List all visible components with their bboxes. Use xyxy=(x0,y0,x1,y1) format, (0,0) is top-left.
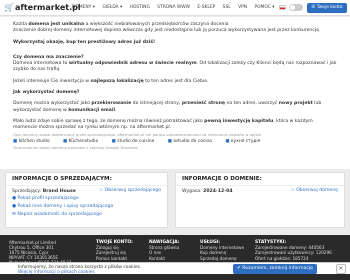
nav-strona-www[interactable]: STRONA WWW xyxy=(157,5,190,10)
seller-profile-link[interactable]: ● Pokaż profil sprzedającego xyxy=(6,195,167,203)
seller-info-title: INFORMACJE O SPRZEDAJĄCYM: xyxy=(12,176,112,182)
seller-domains-link[interactable]: ● Pokaż inne domeny i opisy sprzedająceg… xyxy=(6,203,167,211)
paragraph-unique: Każda domena jest unikalna a większość n… xyxy=(13,22,321,34)
flag-icon: ■ xyxy=(63,138,68,144)
cookie-info-link[interactable]: Więcej informacji o plikach cookies xyxy=(18,270,188,276)
tag-french: ■ studio de cuisine xyxy=(111,138,155,144)
nav-domeny[interactable]: DOMENY ▾ xyxy=(72,5,95,10)
watch-domain-button[interactable]: ☆ Obserwuj domenę xyxy=(291,188,338,193)
cookie-text: Informujemy, że nasza strona korzysta z … xyxy=(18,265,188,276)
tag-german: ■ Küchenstudio xyxy=(63,138,99,144)
nav-hosting[interactable]: HOSTING xyxy=(130,5,150,10)
flag-icon: ■ xyxy=(111,138,116,144)
nav-pomoc[interactable]: POMOC ▾ xyxy=(254,5,274,10)
tag-spanish: ■ estudio de cocina xyxy=(167,138,212,144)
cookie-banner: Informujemy, że nasza strona korzysta z … xyxy=(0,262,350,274)
seller-row: Sprzedający: Brand House ☆ Obserwuj sprz… xyxy=(6,185,167,195)
translation-note: Tłumaczenia nazwy domeny pochodzi z zakr… xyxy=(13,144,139,150)
paragraph-location: Jeżeli interesuje Cię inwestycja w najle… xyxy=(13,78,209,84)
theme-toggle[interactable] xyxy=(289,4,303,11)
polish-flag-icon[interactable] xyxy=(279,5,286,10)
nav-ssl[interactable]: SSL xyxy=(223,5,231,10)
accept-cookies-button[interactable]: ✔ Rozumiem, zamknij informację xyxy=(233,264,317,274)
expiry-date: 2024-12-04 xyxy=(203,189,233,194)
flag-icon: ■ xyxy=(13,138,18,144)
paragraph-investment: Mało ludzi zdaje sobie sprawę z tego, że… xyxy=(13,118,313,131)
nav-e-sklep[interactable]: E-SKLEP xyxy=(197,5,215,10)
tag-ukrainian: ■ кухня студія xyxy=(225,138,261,144)
expiry-row: Wygasa: 2024-12-04 ☆ Obserwuj domenę xyxy=(176,185,344,195)
envelope-icon: ✉ xyxy=(12,212,16,217)
account-button[interactable]: ☰ Twoje konto xyxy=(307,3,347,13)
flag-icon: ■ xyxy=(225,138,230,144)
paragraph-usage: Domenę można wykorzystać jako przekierow… xyxy=(13,101,322,113)
footer-stats: STATYSTYKI: Zarejestrowane domeny: 44056… xyxy=(255,240,332,261)
main-nav: DOMENY ▾ GIEŁDA ▾ HOSTING STRONA WWW E-S… xyxy=(72,5,280,10)
footer-navigation: NAWIGACJA: Strona główna O nas Kontakt xyxy=(149,240,180,261)
domain-info-card: INFORMACJE O DOMENIE: Wygasa: 2024-12-04… xyxy=(175,172,345,228)
logo-text: aftermarket.pl xyxy=(14,3,81,12)
user-icon: ● xyxy=(12,196,17,201)
domain-info-title: INFORMACJE O DOMENIE: xyxy=(182,176,262,182)
logo[interactable]: 🛒aftermarket.pl xyxy=(4,3,81,12)
flag-icon: ■ xyxy=(167,138,172,144)
close-icon[interactable]: × xyxy=(336,264,346,274)
footer-account: TWOJE KONTO: Zaloguj się Zarejestruj się… xyxy=(96,240,133,261)
heading-opportunity: Wykorzystaj okazję, kup ten prestiżowy a… xyxy=(13,39,156,45)
paragraph-virtual-address: Domena internetowa to wirtualny odpowied… xyxy=(13,61,337,73)
watch-seller-button[interactable]: ☆ Obserwuj sprzedającego xyxy=(99,188,161,193)
top-bar: 🛒aftermarket.pl DOMENY ▾ GIEŁDA ▾ HOSTIN… xyxy=(0,0,350,16)
seller-info-card: INFORMACJE O SPRZEDAJĄCYM: Sprzedający: … xyxy=(5,172,168,228)
tag-english: ■ kitchen studio xyxy=(13,138,50,144)
list-icon: ● xyxy=(12,204,17,209)
heading-how-use: Jak wykorzystać domenę? xyxy=(13,90,80,96)
seller-label: Sprzedający: xyxy=(12,189,43,194)
nav-vpn[interactable]: VPN xyxy=(238,5,247,10)
domain-description: Każda domena jest unikalna a większość n… xyxy=(0,17,350,169)
description-disclaimer: Opis domeny został dostarczony przez spr… xyxy=(13,131,263,137)
seller-name: Brand House xyxy=(42,189,76,194)
expiry-label: Wygasa: xyxy=(182,189,204,194)
message-seller-link[interactable]: ✉ Napisz wiadomość do sprzedającego xyxy=(6,211,167,219)
footer-services: USŁUGI: Domeny internetowe Kup domenę Sp… xyxy=(200,240,245,261)
cart-icon: 🛒 xyxy=(4,3,14,12)
nav-gielda[interactable]: GIEŁDA ▾ xyxy=(102,5,122,10)
